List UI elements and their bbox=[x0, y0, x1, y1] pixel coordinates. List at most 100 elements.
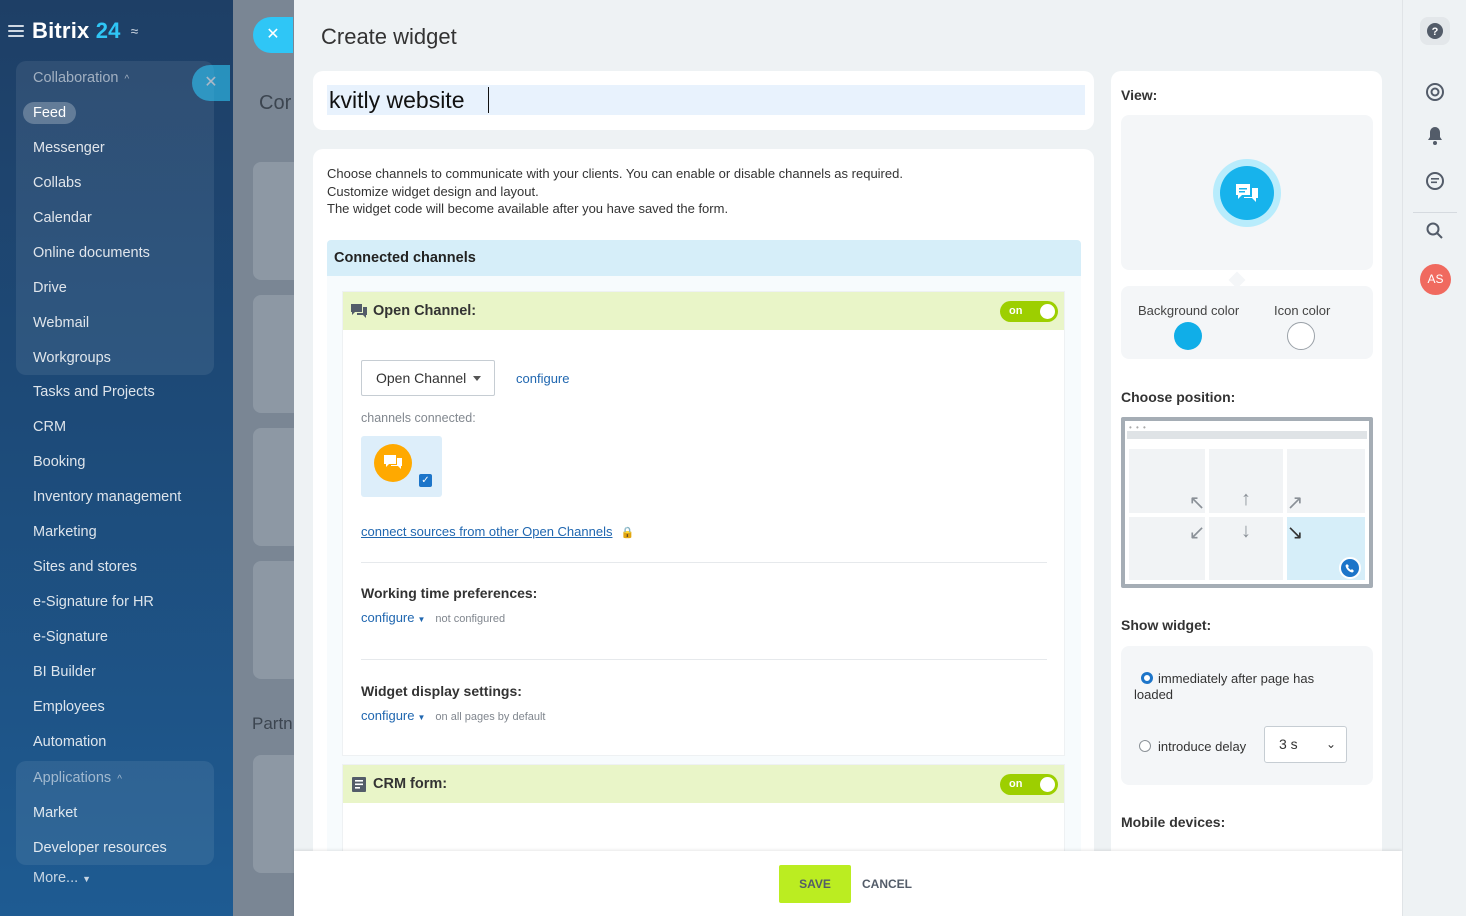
intro-line: The widget code will become available af… bbox=[327, 201, 729, 216]
display-settings-status: on all pages by default bbox=[435, 711, 546, 723]
connected-source-tile[interactable]: ✓ bbox=[361, 436, 442, 497]
brand-logo[interactable]: Bitrix 24 bbox=[32, 18, 121, 44]
position-picker-canvas: • • • ↖ ↑ ↗ ↙ ↓ ↘ bbox=[1125, 421, 1369, 584]
panel-footer: SAVE CANCEL bbox=[294, 851, 1402, 916]
nav-more[interactable]: More... ▼ bbox=[33, 870, 91, 886]
nav-group-header[interactable]: Collaboration ^ bbox=[16, 61, 214, 96]
crm-form-header: CRM form: on bbox=[343, 765, 1064, 803]
search-icon[interactable] bbox=[1420, 216, 1450, 246]
divider bbox=[361, 659, 1047, 660]
toggle-label: on bbox=[1009, 778, 1023, 790]
settings-sliders-icon[interactable]: ≈ bbox=[131, 23, 139, 39]
svg-text:?: ? bbox=[1432, 26, 1439, 38]
delay-value: 3 s bbox=[1279, 736, 1298, 752]
select-value: Open Channel bbox=[376, 370, 467, 386]
toggle-knob bbox=[1040, 304, 1055, 319]
phone-icon bbox=[1339, 557, 1361, 579]
nav-item-bi-builder[interactable]: BI Builder bbox=[33, 655, 96, 690]
nav-item-collabs[interactable]: Collabs bbox=[16, 166, 214, 201]
close-icon[interactable]: ✕ bbox=[192, 65, 230, 101]
radio-delay[interactable] bbox=[1139, 740, 1151, 752]
display-settings-configure-link[interactable]: configure bbox=[361, 708, 414, 723]
nav-item-online-documents[interactable]: Online documents bbox=[16, 236, 214, 271]
open-channel-toggle[interactable]: on bbox=[1000, 301, 1058, 322]
position-picker: • • • ↖ ↑ ↗ ↙ ↓ ↘ bbox=[1121, 417, 1373, 588]
working-time-configure-link[interactable]: configure bbox=[361, 610, 414, 625]
nav-item-drive[interactable]: Drive bbox=[16, 271, 214, 306]
menu-icon[interactable] bbox=[8, 25, 24, 37]
help-icon[interactable]: ? bbox=[1420, 17, 1450, 45]
nav-group-applications: Applications ^ Market Developer resources bbox=[16, 761, 214, 865]
cancel-button[interactable]: CANCEL bbox=[862, 865, 912, 903]
nav-item-employees[interactable]: Employees bbox=[33, 690, 105, 725]
open-channel-section: Open Channel: on Open Channel configure … bbox=[342, 291, 1065, 756]
right-rail: ? AS bbox=[1402, 0, 1466, 916]
nav-item-crm[interactable]: CRM bbox=[33, 410, 66, 445]
channels-connected-label: channels connected: bbox=[361, 411, 476, 425]
nav-item-market[interactable]: Market bbox=[16, 796, 214, 831]
chevron-up-icon: ^ bbox=[117, 774, 122, 785]
background-title: Cor bbox=[259, 92, 292, 114]
create-widget-panel: Create widget Choose channels to communi… bbox=[294, 0, 1402, 916]
background-color-swatch[interactable] bbox=[1174, 322, 1202, 350]
open-channel-select[interactable]: Open Channel bbox=[361, 360, 495, 396]
chevron-down-icon: ⌄ bbox=[1325, 737, 1336, 751]
nav-item-esignature-hr[interactable]: e-Signature for HR bbox=[33, 585, 154, 620]
connected-channels-header: Connected channels bbox=[327, 240, 1081, 276]
browser-bar bbox=[1127, 431, 1367, 439]
lock-icon: 🔒 bbox=[620, 527, 635, 539]
nav-item-esignature[interactable]: e-Signature bbox=[33, 620, 108, 655]
color-settings: Background color Icon color bbox=[1121, 286, 1373, 359]
source-checkbox[interactable]: ✓ bbox=[419, 474, 432, 487]
nav-item-workgroups[interactable]: Workgroups bbox=[16, 341, 214, 376]
nav-item-webmail[interactable]: Webmail bbox=[16, 306, 214, 341]
user-avatar[interactable]: AS bbox=[1420, 264, 1451, 295]
arrow-down-icon: ↓ bbox=[1241, 520, 1251, 542]
widget-settings-column: View: Background color Icon color Choose… bbox=[1111, 71, 1382, 871]
open-channel-header: Open Channel: on bbox=[343, 292, 1064, 330]
chat-bubbles-icon bbox=[350, 303, 368, 319]
caret-down-icon bbox=[473, 376, 481, 381]
crm-form-toggle[interactable]: on bbox=[1000, 774, 1058, 795]
delay-select[interactable]: 3 s ⌄ bbox=[1264, 726, 1347, 763]
working-time-title: Working time preferences: bbox=[361, 585, 538, 601]
nav-item-developer-resources[interactable]: Developer resources bbox=[16, 831, 214, 866]
copilot-icon[interactable] bbox=[1420, 77, 1450, 107]
open-channel-configure-link[interactable]: configure bbox=[516, 371, 569, 386]
working-time-row: configure ▼ not configured bbox=[361, 610, 505, 625]
widget-preview-button bbox=[1213, 159, 1281, 227]
widget-name-input[interactable] bbox=[327, 85, 1085, 115]
left-navigation: Bitrix 24 ≈ Collaboration ^ Feed Messenge… bbox=[0, 0, 233, 916]
icon-color-swatch[interactable] bbox=[1287, 322, 1315, 350]
nav-group-header[interactable]: Applications ^ bbox=[16, 761, 214, 796]
connect-sources-link[interactable]: connect sources from other Open Channels… bbox=[361, 524, 634, 539]
nav-item-marketing[interactable]: Marketing bbox=[33, 515, 97, 550]
arrow-down-right-icon: ↘ bbox=[1286, 522, 1304, 544]
nav-item-booking[interactable]: Booking bbox=[33, 445, 85, 480]
bell-icon[interactable] bbox=[1420, 121, 1450, 151]
display-settings-row: configure ▼ on all pages by default bbox=[361, 708, 546, 723]
chevron-up-icon: ^ bbox=[124, 74, 130, 85]
icon-color-label: Icon color bbox=[1274, 303, 1331, 318]
intro-text: Choose channels to communicate with your… bbox=[327, 165, 903, 218]
channels-card: Choose channels to communicate with your… bbox=[313, 149, 1094, 869]
nav-item-tasks[interactable]: Tasks and Projects bbox=[33, 375, 155, 410]
slider-close-icon[interactable]: ✕ bbox=[253, 17, 293, 53]
arrow-down-left-icon: ↙ bbox=[1188, 522, 1206, 544]
nav-item-messenger[interactable]: Messenger bbox=[16, 131, 214, 166]
chat-bubbles-icon bbox=[1220, 166, 1274, 220]
nav-item-feed[interactable]: Feed bbox=[16, 96, 214, 131]
nav-group-collaboration: Collaboration ^ Feed Messenger Collabs Ca… bbox=[16, 61, 214, 375]
nav-item-calendar[interactable]: Calendar bbox=[16, 201, 214, 236]
nav-item-automation[interactable]: Automation bbox=[33, 725, 106, 760]
chat-icon[interactable] bbox=[1420, 166, 1450, 196]
nav-item-inventory[interactable]: Inventory management bbox=[33, 480, 181, 515]
choose-position-label: Choose position: bbox=[1121, 389, 1236, 405]
save-button[interactable]: SAVE bbox=[779, 865, 851, 903]
widget-name-box bbox=[313, 71, 1094, 130]
show-widget-options: immediately after page has loaded introd… bbox=[1121, 646, 1373, 785]
form-icon bbox=[350, 776, 368, 792]
toggle-knob bbox=[1040, 777, 1055, 792]
radio-delay-label: introduce delay bbox=[1158, 739, 1247, 754]
nav-item-sites[interactable]: Sites and stores bbox=[33, 550, 137, 585]
